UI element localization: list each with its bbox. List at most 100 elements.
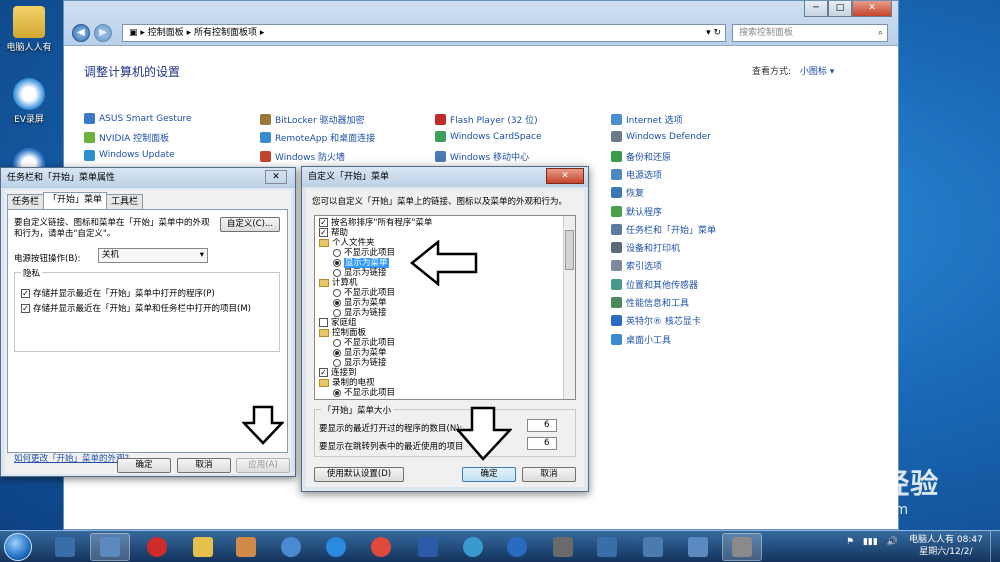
- control-panel-item[interactable]: 备份和还原: [611, 150, 671, 163]
- tree-item[interactable]: 计算机: [319, 278, 358, 288]
- taskbar-paint-app[interactable]: [226, 533, 266, 561]
- tab-taskbar[interactable]: 任务栏: [7, 194, 45, 209]
- control-panel-item[interactable]: NVIDIA 控制面板: [84, 131, 169, 144]
- tree-item[interactable]: 个人文件夹: [319, 238, 375, 248]
- apply-button[interactable]: 应用(A): [236, 458, 290, 473]
- control-panel-item[interactable]: Internet 选项: [611, 113, 683, 126]
- tree-item[interactable]: 显示为链接: [333, 308, 387, 318]
- radio-button[interactable]: [333, 258, 341, 267]
- maximize-button[interactable]: □: [828, 1, 852, 17]
- control-panel-item[interactable]: ASUS Smart Gesture: [84, 113, 192, 124]
- cancel-button[interactable]: 取消: [522, 467, 576, 482]
- checkbox[interactable]: ✓: [319, 368, 328, 377]
- refresh-icon[interactable]: ▾ ↻: [706, 25, 721, 41]
- tab-start-menu[interactable]: 「开始」菜单: [43, 192, 108, 209]
- taskbar-screen-app[interactable]: [587, 533, 627, 561]
- recent-programs-stepper[interactable]: 6: [527, 419, 557, 432]
- jump-list-stepper[interactable]: 6: [527, 437, 557, 450]
- cancel-button[interactable]: 取消: [177, 458, 231, 473]
- control-panel-item[interactable]: BitLocker 驱动器加密: [260, 113, 365, 126]
- help-link[interactable]: 如何更改「开始」菜单的外观?: [14, 452, 129, 464]
- checkbox[interactable]: ✓: [319, 218, 328, 227]
- checkbox[interactable]: ✓: [21, 289, 30, 298]
- taskbar-s-app[interactable]: [497, 533, 537, 561]
- taskbar-mic-app[interactable]: [543, 533, 583, 561]
- radio-button[interactable]: [333, 388, 341, 397]
- tree-item[interactable]: 显示为菜单: [333, 258, 389, 268]
- radio-button[interactable]: [333, 268, 341, 277]
- control-panel-item[interactable]: 索引选项: [611, 259, 662, 272]
- forward-button[interactable]: ▶: [94, 24, 112, 42]
- tree-item[interactable]: 显示为菜单: [333, 298, 387, 308]
- tree-item[interactable]: 显示为链接: [333, 358, 387, 368]
- tree-item[interactable]: 控制面板: [319, 328, 366, 338]
- tree-item[interactable]: 显示为菜单: [333, 348, 387, 358]
- taskbar-desktop-app[interactable]: [45, 533, 85, 561]
- tab-toolbars[interactable]: 工具栏: [106, 194, 144, 209]
- control-panel-item[interactable]: Windows Defender: [611, 131, 711, 143]
- taskbar-edge-app[interactable]: [453, 533, 493, 561]
- breadcrumb-item[interactable]: 控制面板: [148, 28, 184, 38]
- taskbar-chess-app[interactable]: [137, 533, 177, 561]
- flag-icon[interactable]: ⚑: [846, 537, 854, 547]
- tree-item[interactable]: 不显示此项目: [333, 288, 395, 298]
- taskbar-explorer-app[interactable]: [678, 533, 718, 561]
- control-panel-item[interactable]: RemoteApp 和桌面连接: [260, 131, 375, 144]
- breadcrumb-item[interactable]: 所有控制面板项: [194, 28, 257, 38]
- privacy-option-programs[interactable]: ✓ 存储并显示最近在「开始」菜单中打开的程序(P): [21, 287, 215, 299]
- customize-button[interactable]: 自定义(C)...: [220, 217, 280, 232]
- taskbar-window-app[interactable]: [633, 533, 673, 561]
- taskbar-ie-app[interactable]: [316, 533, 356, 561]
- taskbar-word-app[interactable]: [408, 533, 448, 561]
- control-panel-item[interactable]: 恢复: [611, 186, 644, 199]
- radio-button[interactable]: [333, 288, 341, 297]
- control-panel-item[interactable]: 电源选项: [611, 168, 662, 181]
- scrollbar[interactable]: [563, 216, 575, 399]
- taskbar-folder-app[interactable]: [183, 533, 223, 561]
- close-button[interactable]: ✕: [546, 168, 584, 184]
- radio-button[interactable]: [333, 248, 341, 257]
- control-panel-item[interactable]: 任务栏和「开始」菜单: [611, 223, 716, 236]
- desktop-icon-ev[interactable]: EV录屏: [2, 78, 56, 125]
- volume-icon[interactable]: 🔊: [887, 537, 898, 547]
- tree-item[interactable]: 不显示此项目: [333, 248, 395, 258]
- tree-item[interactable]: ✓ 帮助: [319, 228, 348, 238]
- radio-button[interactable]: [333, 338, 341, 347]
- radio-button[interactable]: [333, 298, 341, 307]
- search-input[interactable]: 搜索控制面板 ⌕: [732, 24, 888, 42]
- radio-button[interactable]: [333, 358, 341, 367]
- checkbox[interactable]: ✓: [21, 304, 30, 313]
- control-panel-item[interactable]: 性能信息和工具: [611, 296, 689, 309]
- use-defaults-button[interactable]: 使用默认设置(D): [314, 467, 404, 482]
- tree-item[interactable]: ✓ 连接到: [319, 368, 357, 378]
- radio-button[interactable]: [333, 308, 341, 317]
- control-panel-item[interactable]: 英特尔® 核芯显卡: [611, 314, 701, 327]
- privacy-option-items[interactable]: ✓ 存储并显示最近在「开始」菜单和任务栏中打开的项目(M): [21, 302, 251, 314]
- show-desktop-button[interactable]: [990, 531, 1000, 562]
- back-button[interactable]: ◀: [72, 24, 90, 42]
- checkbox[interactable]: ✓: [319, 228, 328, 237]
- control-panel-item[interactable]: 位置和其他传感器: [611, 278, 698, 291]
- tree-item[interactable]: 录制的电视: [319, 378, 375, 388]
- control-panel-item[interactable]: 设备和打印机: [611, 241, 680, 254]
- clock[interactable]: 电脑人人有 08:47 星期六/12/2/: [909, 534, 983, 558]
- ok-button[interactable]: 确定: [117, 458, 171, 473]
- address-bar[interactable]: ▣ ▸ 控制面板 ▸ 所有控制面板项 ▸ ▾ ↻: [122, 24, 726, 42]
- desktop-icon-user[interactable]: 电脑人人有: [2, 6, 56, 53]
- control-panel-item[interactable]: Windows Update: [84, 149, 175, 161]
- taskbar-chrome-app[interactable]: [361, 533, 401, 561]
- start-button[interactable]: [4, 533, 32, 561]
- tree-item[interactable]: 家庭组: [319, 318, 357, 328]
- view-by-dropdown[interactable]: 小图标 ▾: [800, 67, 834, 77]
- control-panel-item[interactable]: 桌面小工具: [611, 333, 671, 346]
- control-panel-item[interactable]: 默认程序: [611, 205, 662, 218]
- ok-button[interactable]: 确定: [462, 467, 516, 482]
- tree-item[interactable]: 不显示此项目: [333, 338, 395, 348]
- close-button[interactable]: ✕: [265, 170, 287, 184]
- scrollbar-thumb[interactable]: [565, 230, 574, 270]
- tree-item[interactable]: 显示为链接: [333, 268, 387, 278]
- checkbox[interactable]: [319, 318, 328, 327]
- control-panel-item[interactable]: Flash Player (32 位): [435, 113, 538, 126]
- tree-item[interactable]: ✓ 按名称排序"所有程序"菜单: [319, 218, 432, 228]
- close-button[interactable]: ✕: [852, 1, 892, 17]
